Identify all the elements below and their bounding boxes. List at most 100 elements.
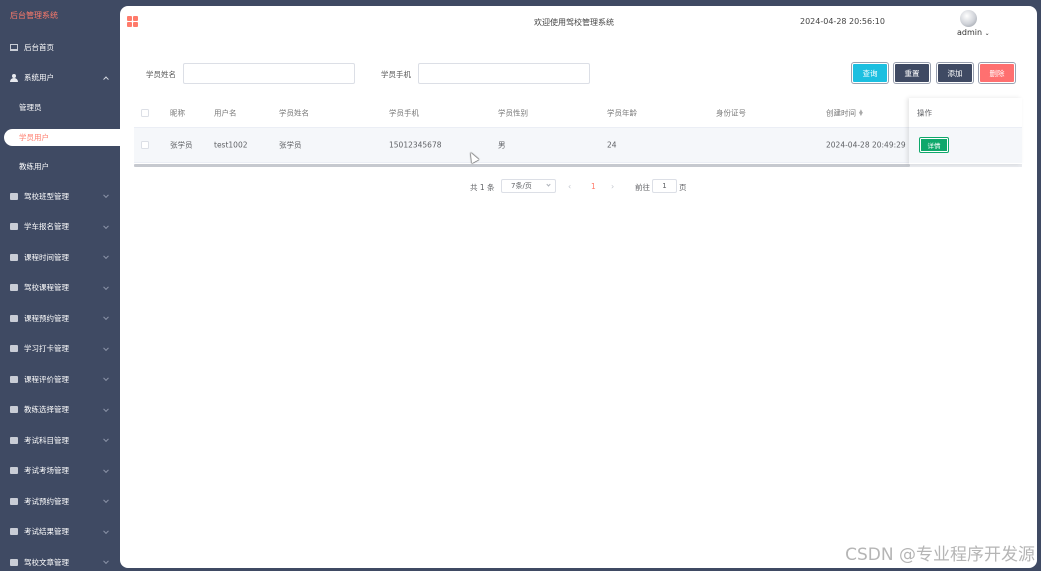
chevron-down-icon [103, 314, 109, 321]
chevron-down-icon [103, 436, 109, 443]
chevron-down-icon: ⌄ [984, 30, 990, 37]
top-bar: 欢迎使用驾校管理系统 2024-04-28 20:56:10 admin ⌄ [120, 6, 1037, 40]
chevron-down-icon [103, 558, 109, 565]
cell-created: 2024-04-28 20:49:29 [826, 140, 906, 150]
menu-icon [10, 375, 18, 383]
user-menu[interactable]: admin ⌄ [957, 28, 990, 37]
sidebar-item-home[interactable]: 后台首页 [0, 32, 120, 63]
column-header-age: 学员年龄 [607, 108, 637, 117]
sidebar-item-label: 教练选择管理 [24, 405, 69, 415]
menu-icon [10, 253, 18, 261]
menu-icon [10, 314, 18, 322]
sidebar-item-label: 课程预约管理 [24, 313, 69, 323]
phone-label: 学员手机 [381, 70, 411, 79]
sidebar-item-label: 后台首页 [24, 42, 54, 52]
page-size-value: 7条/页 [511, 182, 532, 190]
chevron-down-icon [103, 375, 109, 382]
chevron-down-icon [546, 182, 551, 187]
sidebar-item-course-review[interactable]: 课程评价管理 [0, 364, 120, 395]
column-header-actions: 操作 [917, 108, 932, 117]
cell-age: 24 [607, 140, 617, 150]
sidebar-item-label: 学习打卡管理 [24, 344, 69, 354]
column-header-label: 创建时间 [826, 108, 856, 117]
chevron-down-icon [103, 406, 109, 412]
actions-cell: 详情 [909, 128, 1022, 163]
name-label: 学员姓名 [146, 70, 176, 79]
column-header-phone: 学员手机 [389, 108, 419, 117]
sidebar-subitem-coaches[interactable]: 教练用户 [0, 152, 120, 182]
sidebar-item-class-types[interactable]: 驾校班型管理 [0, 181, 120, 212]
current-page[interactable]: 1 [591, 182, 596, 191]
sidebar-item-exam-subjects[interactable]: 考试科目管理 [0, 425, 120, 456]
detail-button[interactable]: 详情 [920, 138, 948, 152]
menu-icon [10, 528, 18, 536]
sidebar-item-label: 考试科目管理 [24, 435, 69, 445]
search-button[interactable]: 查询 [852, 63, 888, 83]
sidebar-subitem-admins[interactable]: 管理员 [0, 93, 120, 123]
sidebar-item-label: 系统用户 [24, 73, 54, 83]
sidebar-item-label: 考试考场管理 [24, 466, 69, 476]
column-header-id-number: 身份证号 [716, 108, 746, 117]
sort-icon[interactable]: ▲ ▼ [859, 109, 863, 117]
sidebar-item-label: 驾校文章管理 [24, 557, 69, 567]
menu-icon [10, 467, 18, 475]
menu-icon [10, 284, 18, 292]
sidebar-item-label: 学车报名管理 [24, 222, 69, 232]
sidebar-item-course-time[interactable]: 课程时间管理 [0, 242, 120, 273]
sidebar-item-exam-results[interactable]: 考试结果管理 [0, 517, 120, 548]
menu-icon [10, 406, 18, 414]
cell-gender: 男 [498, 140, 506, 150]
next-page-icon[interactable]: › [611, 182, 614, 191]
add-button[interactable]: 添加 [937, 63, 973, 83]
sidebar-item-courses[interactable]: 驾校课程管理 [0, 273, 120, 304]
cell-phone: 15012345678 [389, 140, 442, 150]
avatar[interactable] [960, 10, 977, 27]
prev-page-icon[interactable]: ‹ [568, 182, 571, 191]
watermark: CSDN @专业程序开发源 [845, 545, 1035, 565]
horizontal-scrollbar[interactable] [134, 164, 910, 167]
chevron-up-icon [103, 76, 109, 82]
sidebar-item-label: 考试预约管理 [24, 496, 69, 506]
chevron-down-icon [103, 284, 109, 290]
main-panel: 欢迎使用驾校管理系统 2024-04-28 20:56:10 admin ⌄ 学… [120, 6, 1037, 568]
sidebar-item-check-in[interactable]: 学习打卡管理 [0, 334, 120, 365]
student-name-input[interactable] [183, 63, 355, 84]
cell-name: 张学员 [279, 140, 302, 150]
reset-button[interactable]: 重置 [894, 63, 930, 83]
actions-column: 操作 详情 [909, 98, 1022, 164]
sidebar-item-label: 驾校班型管理 [24, 191, 69, 201]
sidebar-item-label: 考试结果管理 [24, 527, 69, 537]
column-header-nickname: 昵称 [170, 108, 185, 117]
sidebar-item-system-users[interactable]: 系统用户 [0, 63, 120, 94]
sidebar: 后台管理系统 后台首页 系统用户 管理员 学员用户 教练用户 驾校班型管理 学车… [0, 0, 120, 571]
page-size-select[interactable]: 7条/页 [501, 179, 556, 193]
column-header-created[interactable]: 创建时间 ▲ ▼ [826, 107, 863, 118]
column-header-gender: 学员性别 [498, 108, 528, 117]
datetime-text: 2024-04-28 20:56:10 [800, 17, 885, 26]
column-header-username: 用户名 [214, 108, 237, 117]
menu-icon [10, 558, 18, 566]
monitor-icon [10, 43, 18, 51]
select-all-checkbox[interactable] [141, 108, 149, 117]
delete-button[interactable]: 删除 [979, 63, 1015, 83]
chevron-down-icon [103, 223, 109, 229]
sidebar-item-articles[interactable]: 驾校文章管理 [0, 547, 120, 571]
sidebar-item-enrollment[interactable]: 学车报名管理 [0, 212, 120, 243]
actions-header: 操作 [909, 98, 1022, 128]
sidebar-item-exam-venues[interactable]: 考试考场管理 [0, 456, 120, 487]
column-header-name: 学员姓名 [279, 108, 309, 117]
student-phone-input[interactable] [418, 63, 590, 84]
grid-menu-icon[interactable] [127, 16, 138, 27]
chevron-down-icon [103, 467, 109, 473]
pagination: 共 1 条 7条/页 ‹ 1 › 前往 1 页 [470, 179, 710, 193]
sidebar-item-course-booking[interactable]: 课程预约管理 [0, 303, 120, 334]
sidebar-subitem-students[interactable]: 学员用户 [4, 128, 120, 146]
sidebar-item-label: 课程时间管理 [24, 252, 69, 262]
menu-icon [10, 436, 18, 444]
goto-page-input[interactable]: 1 [652, 179, 677, 193]
students-table: 昵称 用户名 学员姓名 学员手机 学员性别 学员年龄 身份证号 创建时间 ▲ ▼ 张… [134, 98, 1022, 167]
sidebar-item-coach-selection[interactable]: 教练选择管理 [0, 395, 120, 426]
menu-icon [10, 223, 18, 231]
row-checkbox[interactable] [141, 141, 149, 149]
sidebar-item-exam-booking[interactable]: 考试预约管理 [0, 486, 120, 517]
